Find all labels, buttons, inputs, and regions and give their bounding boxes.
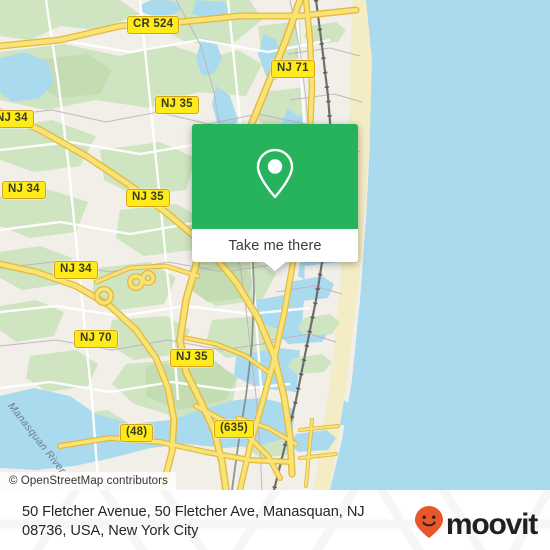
road-shield: NJ 71 xyxy=(271,60,315,78)
moovit-smiley-pin-icon xyxy=(414,505,444,544)
road-shield: NJ 35 xyxy=(170,349,214,367)
moovit-map-screenshot: Manasquan River CR 524 NJ 71 NJ 35 NJ 34 NJ … xyxy=(0,0,550,550)
road-shield: NJ 35 xyxy=(126,189,170,207)
callout-tail xyxy=(264,262,286,271)
take-me-there-button[interactable]: Take me there xyxy=(192,229,358,271)
road-shield: NJ 35 xyxy=(155,96,199,114)
road-shield: (635) xyxy=(214,420,254,438)
moovit-wordmark: moovit xyxy=(445,507,538,541)
callout-image-area[interactable] xyxy=(192,124,358,229)
location-pin-icon xyxy=(255,147,295,206)
osm-attribution[interactable]: © OpenStreetMap contributors xyxy=(0,472,176,490)
moovit-logo[interactable]: moovit xyxy=(414,505,538,544)
map-canvas[interactable]: Manasquan River CR 524 NJ 71 NJ 35 NJ 34 NJ … xyxy=(0,0,550,490)
road-shield: CR 524 xyxy=(127,16,180,34)
road-shield: NJ 34 xyxy=(54,261,98,279)
map-callout[interactable]: Take me there xyxy=(192,124,358,271)
take-me-there-label: Take me there xyxy=(228,237,322,254)
footer-bar: 50 Fletcher Avenue, 50 Fletcher Ave, Man… xyxy=(0,490,550,550)
road-shield: NJ 34 xyxy=(0,110,34,128)
address-text: 50 Fletcher Avenue, 50 Fletcher Ave, Man… xyxy=(22,504,365,539)
road-shield: NJ 70 xyxy=(74,330,118,348)
road-shield: NJ 34 xyxy=(2,181,46,199)
road-shield: (48) xyxy=(120,424,154,442)
